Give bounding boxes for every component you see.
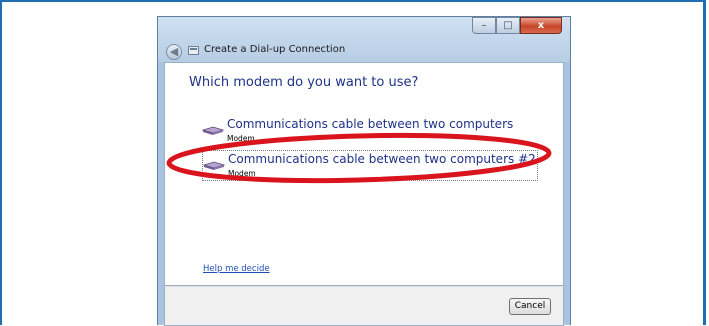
cancel-button[interactable]: Cancel <box>509 298 551 315</box>
window-title: Create a Dial-up Connection <box>204 44 346 55</box>
modem-list-item[interactable]: Communications cable between two compute… <box>202 116 538 147</box>
page-heading: Which modem do you want to use? <box>189 75 419 90</box>
modem-name: Communications cable between two compute… <box>227 117 514 131</box>
modem-name: Communications cable between two compute… <box>228 152 536 166</box>
title-bar: ◀ Create a Dial-up Connection – □ x <box>158 17 570 62</box>
dialup-wizard-icon <box>188 46 199 55</box>
maximize-button[interactable]: □ <box>496 17 520 34</box>
modem-type: Modem <box>227 134 255 143</box>
minimize-button[interactable]: – <box>472 17 496 34</box>
dialog-window: ◀ Create a Dial-up Connection – □ x Whic… <box>157 16 571 326</box>
modem-list-item[interactable]: Communications cable between two compute… <box>202 150 538 181</box>
modem-type: Modem <box>228 169 256 178</box>
close-button[interactable]: x <box>520 17 562 34</box>
help-me-decide-link[interactable]: Help me decide <box>203 264 270 274</box>
wizard-footer: Cancel <box>164 286 564 326</box>
modem-icon <box>203 161 225 170</box>
modem-icon <box>202 126 224 135</box>
back-arrow-button[interactable]: ◀ <box>166 44 182 60</box>
caption-buttons: – □ x <box>472 17 562 35</box>
wizard-content: Which modem do you want to use? Communic… <box>164 62 564 286</box>
